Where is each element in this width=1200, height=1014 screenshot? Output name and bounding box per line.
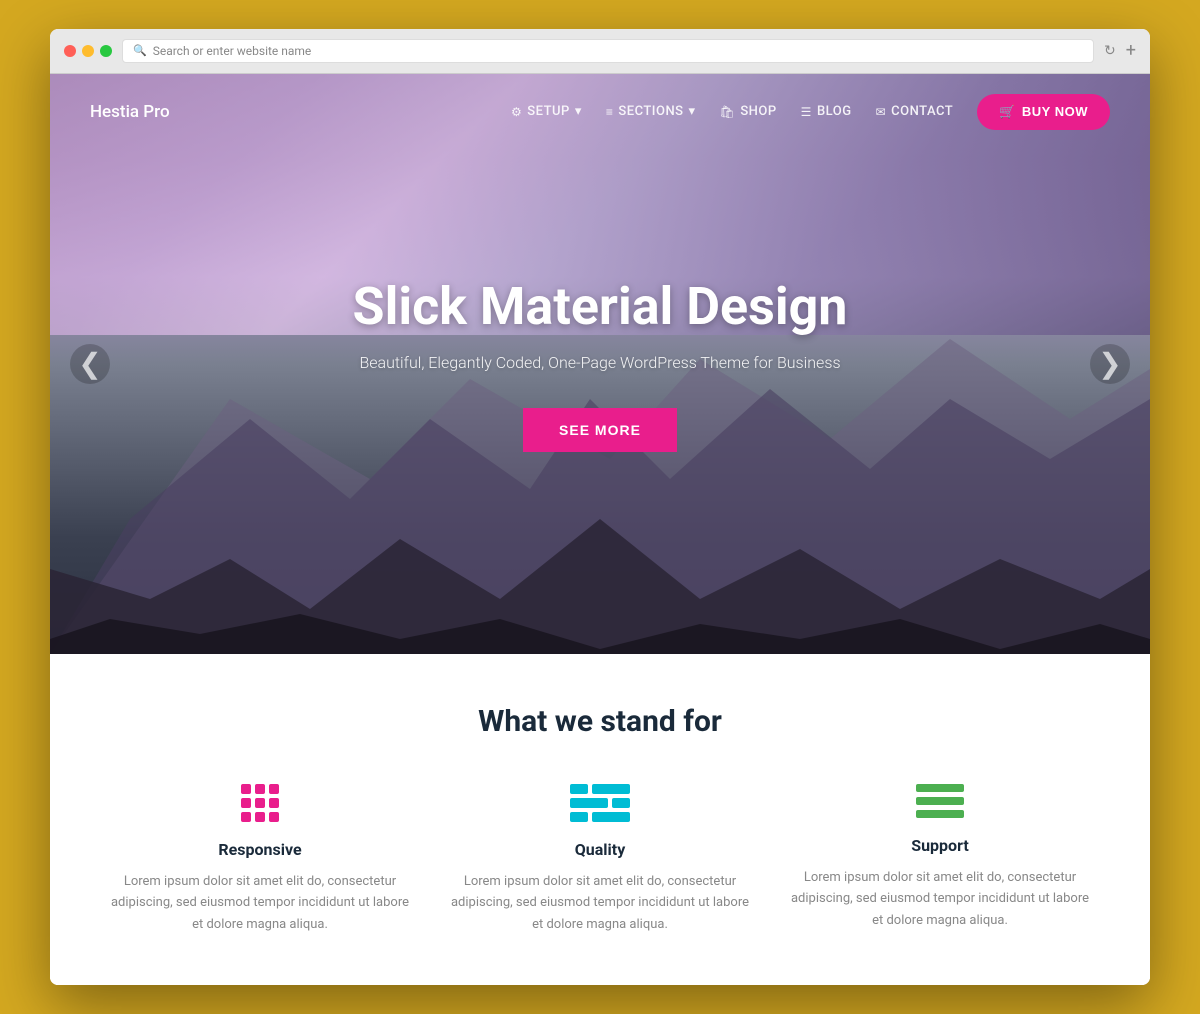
brand-logo[interactable]: Hestia Pro (90, 102, 170, 122)
layout-icon (570, 784, 630, 822)
chevron-down-icon: ▾ (575, 104, 582, 119)
website-content: Hestia Pro ⚙ SETUP ▾ ≡ SECTIONS ▾ 🛍 SHO (50, 74, 1150, 985)
sections-icon: ≡ (606, 105, 614, 119)
setup-icon: ⚙ (511, 105, 522, 119)
chevron-down-icon-sections: ▾ (689, 104, 696, 119)
shop-icon: 🛍 (720, 105, 736, 119)
contact-icon: ✉ (876, 105, 887, 119)
grid-icon (241, 784, 279, 822)
hero-subtitle: Beautiful, Elegantly Coded, One-Page Wor… (353, 353, 848, 372)
buy-now-button[interactable]: 🛒 BUY NOW (977, 94, 1110, 130)
nav-item-contact[interactable]: ✉ CONTACT (876, 104, 954, 119)
navbar: Hestia Pro ⚙ SETUP ▾ ≡ SECTIONS ▾ 🛍 SHO (50, 74, 1150, 150)
quality-icon-wrap (450, 784, 750, 822)
cart-icon: 🛒 (999, 104, 1016, 120)
responsive-icon-wrap (110, 784, 410, 822)
new-tab-button[interactable]: + (1126, 40, 1136, 61)
browser-window: 🔍 Search or enter website name ↻ + (50, 29, 1150, 985)
lines-icon (916, 784, 964, 818)
hero-content: Slick Material Design Beautiful, Elegant… (353, 276, 848, 452)
carousel-prev-button[interactable]: ❮ (70, 344, 110, 384)
feature-item-support: Support Lorem ipsum dolor sit amet elit … (790, 784, 1090, 935)
quality-description: Lorem ipsum dolor sit amet elit do, cons… (450, 871, 750, 935)
quality-title: Quality (450, 840, 750, 859)
browser-dots (64, 45, 112, 57)
browser-chrome: 🔍 Search or enter website name ↻ + (50, 29, 1150, 74)
responsive-title: Responsive (110, 840, 410, 859)
features-grid: Responsive Lorem ipsum dolor sit amet el… (110, 784, 1090, 935)
carousel-next-button[interactable]: ❯ (1090, 344, 1130, 384)
hero-section: Hestia Pro ⚙ SETUP ▾ ≡ SECTIONS ▾ 🛍 SHO (50, 74, 1150, 654)
support-title: Support (790, 836, 1090, 855)
see-more-button[interactable]: SEE MORE (523, 408, 677, 452)
nav-item-setup[interactable]: ⚙ SETUP ▾ (511, 104, 582, 119)
close-button[interactable] (64, 45, 76, 57)
nav-menu: ⚙ SETUP ▾ ≡ SECTIONS ▾ 🛍 SHOP ☰ (511, 94, 1110, 130)
nav-item-shop[interactable]: 🛍 SHOP (720, 104, 777, 119)
support-description: Lorem ipsum dolor sit amet elit do, cons… (790, 867, 1090, 931)
maximize-button[interactable] (100, 45, 112, 57)
blog-icon: ☰ (801, 105, 812, 119)
support-icon-wrap (790, 784, 1090, 818)
feature-item-responsive: Responsive Lorem ipsum dolor sit amet el… (110, 784, 410, 935)
address-bar[interactable]: 🔍 Search or enter website name (122, 39, 1094, 63)
hero-title: Slick Material Design (353, 276, 848, 337)
nav-item-blog[interactable]: ☰ BLOG (801, 104, 852, 119)
refresh-button[interactable]: ↻ (1104, 43, 1116, 59)
nav-item-sections[interactable]: ≡ SECTIONS ▾ (606, 104, 696, 119)
feature-item-quality: Quality Lorem ipsum dolor sit amet elit … (450, 784, 750, 935)
minimize-button[interactable] (82, 45, 94, 57)
search-icon: 🔍 (133, 44, 147, 57)
address-text: Search or enter website name (153, 44, 312, 58)
features-title: What we stand for (110, 704, 1090, 739)
features-section: What we stand for Responsive Lorem ipsum… (50, 654, 1150, 985)
responsive-description: Lorem ipsum dolor sit amet elit do, cons… (110, 871, 410, 935)
